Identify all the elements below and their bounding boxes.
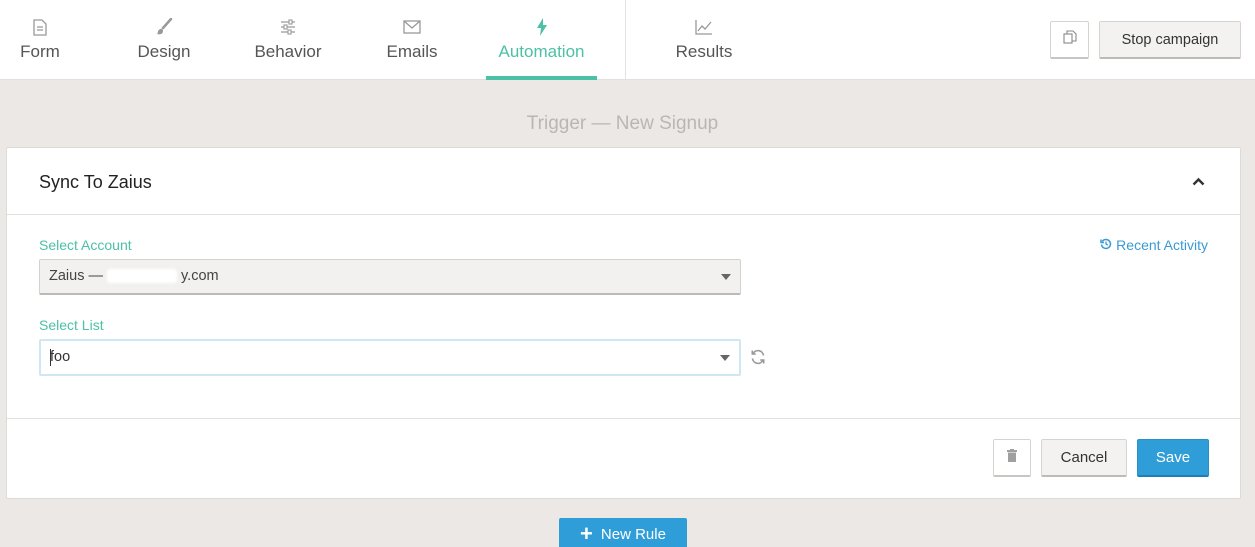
tab-label: Design (137, 42, 191, 61)
tab-emails[interactable]: Emails (382, 0, 442, 80)
history-icon (1100, 237, 1112, 253)
rule-card: Sync To Zaius Select Account Recent Acti… (6, 147, 1241, 499)
select-list-dropdown[interactable]: foo (39, 339, 741, 376)
trigger-title: Trigger — New Signup (526, 113, 719, 134)
tab-design[interactable]: Design (133, 0, 195, 80)
account-value-suffix: y.com (181, 268, 219, 284)
redacted-text (107, 269, 177, 284)
new-rule-label: New Rule (600, 526, 666, 543)
rule-card-header[interactable]: Sync To Zaius (7, 148, 1240, 215)
trash-icon (1007, 448, 1017, 467)
envelope-icon (403, 16, 421, 38)
save-button[interactable]: Save (1137, 439, 1209, 477)
account-value: Zaius — y.com (49, 268, 219, 284)
sliders-icon (280, 16, 296, 38)
tab-label: Form (20, 42, 60, 61)
tab-label: Results (675, 42, 733, 61)
card-footer-divider (7, 418, 1240, 419)
document-icon (33, 16, 47, 38)
new-rule-button[interactable]: + New Rule (559, 518, 687, 547)
select-list-label: Select List (39, 317, 104, 333)
line-chart-icon (695, 16, 713, 38)
top-navigation: Form Design Behavior Emails Automation R… (0, 0, 1255, 80)
tab-behavior[interactable]: Behavior (250, 0, 326, 80)
refresh-icon[interactable] (750, 349, 766, 365)
tab-label: Behavior (254, 42, 322, 61)
stop-campaign-button[interactable]: Stop campaign (1099, 21, 1241, 59)
list-value: foo (50, 349, 71, 365)
lightning-icon (536, 16, 548, 38)
copy-icon (1062, 30, 1077, 49)
select-account-dropdown[interactable]: Zaius — y.com (39, 259, 741, 295)
recent-activity-link[interactable]: Recent Activity (1100, 237, 1208, 253)
dropdown-arrow-icon (721, 274, 731, 280)
cancel-button[interactable]: Cancel (1041, 439, 1127, 477)
plus-icon: + (580, 521, 593, 546)
select-account-label: Select Account (39, 237, 132, 253)
delete-rule-button[interactable] (993, 439, 1031, 477)
brush-icon (155, 16, 173, 38)
account-value-prefix: Zaius — (49, 268, 103, 284)
dropdown-arrow-icon (720, 355, 730, 361)
nav-divider (625, 0, 626, 80)
tab-label: Automation (498, 42, 585, 61)
recent-activity-label: Recent Activity (1116, 237, 1208, 253)
tab-form[interactable]: Form (16, 0, 64, 80)
tab-results[interactable]: Results (673, 0, 735, 80)
rule-title: Sync To Zaius (39, 172, 152, 192)
chevron-up-icon[interactable] (1190, 174, 1206, 188)
tab-label: Emails (386, 42, 438, 61)
copy-button[interactable] (1050, 21, 1089, 59)
tab-automation[interactable]: Automation (486, 0, 597, 80)
